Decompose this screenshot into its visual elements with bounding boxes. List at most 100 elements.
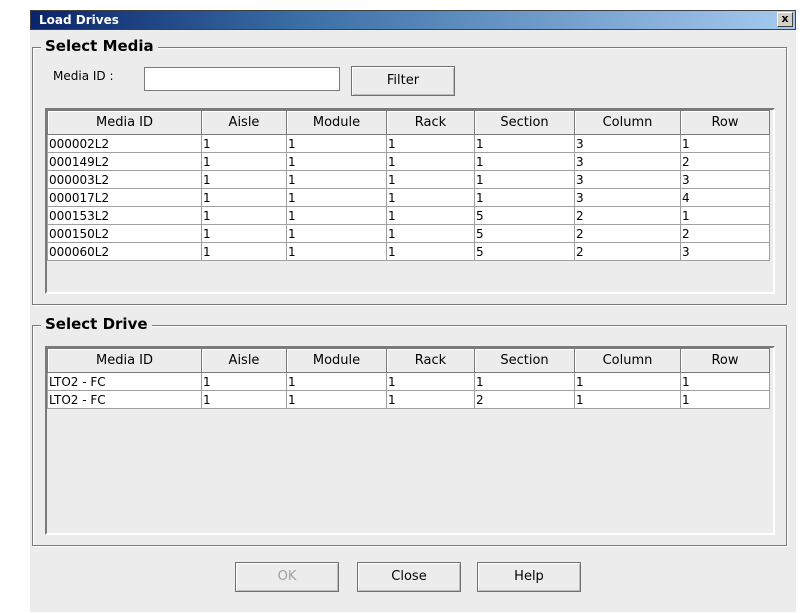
column-header[interactable]: Column — [574, 348, 681, 373]
table-cell: 2 — [680, 152, 770, 171]
table-cell: 1 — [201, 372, 287, 391]
column-header[interactable]: Rack — [386, 348, 475, 373]
table-row[interactable]: 000149L2 1 1 1 1 3 2 — [47, 152, 770, 171]
table-cell: 1 — [386, 170, 475, 189]
table-cell: 1 — [201, 152, 287, 171]
table-cell: 1 — [680, 390, 770, 409]
table-cell: 000060L2 — [47, 242, 202, 261]
table-cell: 1 — [386, 224, 475, 243]
table-cell: 5 — [474, 224, 575, 243]
table-cell: 1 — [474, 170, 575, 189]
table-cell: 1 — [201, 170, 287, 189]
column-header[interactable]: Row — [680, 348, 770, 373]
table-cell: 1 — [680, 134, 770, 153]
table-cell: 1 — [286, 372, 387, 391]
media-id-input[interactable] — [144, 67, 340, 91]
close-button[interactable]: Close — [357, 562, 461, 592]
table-cell: 1 — [286, 152, 387, 171]
table-cell: 1 — [286, 170, 387, 189]
table-row[interactable]: 000017L2 1 1 1 1 3 4 — [47, 188, 770, 207]
table-cell: 5 — [474, 206, 575, 225]
title-bar[interactable]: Load Drives x — [30, 10, 796, 30]
table-row[interactable]: 000150L2 1 1 1 5 2 2 — [47, 224, 770, 243]
table-cell: 2 — [680, 224, 770, 243]
table-cell: 000017L2 — [47, 188, 202, 207]
table-cell: 1 — [680, 206, 770, 225]
column-header[interactable]: Media ID — [47, 110, 202, 135]
window-title: Load Drives — [39, 13, 119, 27]
ok-button[interactable]: OK — [235, 562, 339, 592]
table-cell: 3 — [574, 134, 681, 153]
column-header[interactable]: Column — [574, 110, 681, 135]
table-row[interactable]: LTO2 - FC 1 1 1 1 1 1 — [47, 372, 770, 391]
table-cell: 3 — [574, 152, 681, 171]
table-cell: 000002L2 — [47, 134, 202, 153]
table-cell: LTO2 - FC — [47, 390, 202, 409]
table-cell: 1 — [286, 134, 387, 153]
table-cell: 1 — [286, 390, 387, 409]
table-cell: 1 — [201, 390, 287, 409]
column-header[interactable]: Rack — [386, 110, 475, 135]
table-cell: 1 — [201, 188, 287, 207]
column-header[interactable]: Section — [474, 348, 575, 373]
table-cell: 1 — [386, 188, 475, 207]
table-cell: 2 — [574, 224, 681, 243]
filter-button[interactable]: Filter — [351, 66, 455, 96]
media-table: Media ID Aisle Module Rack Section Column Row … — [45, 108, 775, 294]
table-cell: 1 — [474, 152, 575, 171]
table-cell: 1 — [286, 242, 387, 261]
table-cell: 2 — [574, 206, 681, 225]
column-header[interactable]: Aisle — [201, 348, 287, 373]
dialog-body: Select Media Media ID : Filter Media ID A… — [30, 30, 796, 612]
table-cell: 1 — [286, 188, 387, 207]
table-cell: 1 — [386, 390, 475, 409]
table-cell: 1 — [574, 372, 681, 391]
table-cell: 1 — [286, 206, 387, 225]
table-cell: 1 — [386, 372, 475, 391]
table-row[interactable]: LTO2 - FC 1 1 1 2 1 1 — [47, 390, 770, 409]
column-header[interactable]: Section — [474, 110, 575, 135]
table-row[interactable]: 000153L2 1 1 1 5 2 1 — [47, 206, 770, 225]
table-row[interactable]: 000002L2 1 1 1 1 3 1 — [47, 134, 770, 153]
table-cell: 000149L2 — [47, 152, 202, 171]
table-cell: 000003L2 — [47, 170, 202, 189]
table-cell: 3 — [574, 188, 681, 207]
column-header[interactable]: Aisle — [201, 110, 287, 135]
table-cell: 4 — [680, 188, 770, 207]
table-cell: 1 — [386, 242, 475, 261]
table-cell: 1 — [201, 224, 287, 243]
table-cell: 1 — [574, 390, 681, 409]
table-cell: 1 — [201, 134, 287, 153]
column-header[interactable]: Module — [286, 110, 387, 135]
table-cell: LTO2 - FC — [47, 372, 202, 391]
table-row[interactable]: 000060L2 1 1 1 5 2 3 — [47, 242, 770, 261]
drive-table: Media ID Aisle Module Rack Section Column Row … — [45, 346, 775, 535]
table-cell: 1 — [680, 372, 770, 391]
table-cell: 1 — [201, 206, 287, 225]
select-media-group: Select Media Media ID : Filter Media ID A… — [32, 37, 787, 305]
table-cell: 1 — [474, 372, 575, 391]
table-cell: 1 — [386, 134, 475, 153]
table-cell: 5 — [474, 242, 575, 261]
table-cell: 3 — [574, 170, 681, 189]
column-header[interactable]: Media ID — [47, 348, 202, 373]
select-drive-group: Select Drive Media ID Aisle Module Rack Sect… — [32, 315, 787, 546]
table-cell: 1 — [474, 188, 575, 207]
close-icon[interactable]: x — [777, 12, 793, 27]
table-cell: 3 — [680, 242, 770, 261]
table-cell: 2 — [474, 390, 575, 409]
table-cell: 000153L2 — [47, 206, 202, 225]
column-header[interactable]: Module — [286, 348, 387, 373]
table-cell: 000150L2 — [47, 224, 202, 243]
help-button[interactable]: Help — [477, 562, 581, 592]
table-cell: 3 — [680, 170, 770, 189]
table-cell: 2 — [574, 242, 681, 261]
table-cell: 1 — [386, 152, 475, 171]
select-drive-title: Select Drive — [41, 315, 152, 333]
load-drives-dialog: Load Drives x Select Media Media ID : Fi… — [0, 0, 805, 613]
select-media-title: Select Media — [41, 37, 158, 55]
column-header[interactable]: Row — [680, 110, 770, 135]
table-row[interactable]: 000003L2 1 1 1 1 3 3 — [47, 170, 770, 189]
media-id-label: Media ID : — [53, 69, 114, 83]
table-cell: 1 — [201, 242, 287, 261]
